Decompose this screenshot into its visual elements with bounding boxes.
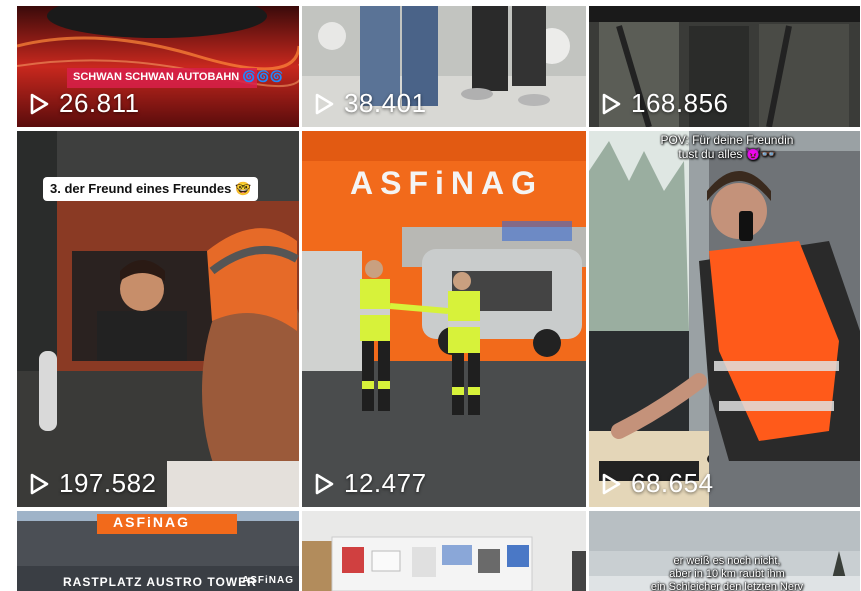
view-count: 197.582 (27, 468, 156, 499)
video-grid: SCHWAN SCHWAN AUTOBAHN 🌀🌀🌀 26.811 38.401… (0, 0, 861, 591)
play-icon (315, 93, 334, 114)
view-count: 68.654 (599, 468, 714, 499)
view-count: 168.856 (599, 88, 728, 119)
thumbnail-office-board (302, 511, 586, 591)
asfinag-sign-small: ASFiNAG (113, 514, 190, 530)
view-count: 26.811 (27, 88, 140, 119)
rastplatz-sign: RASTPLATZ AUSTRO TOWER (63, 575, 257, 589)
thumbnail-vest-phone (589, 131, 860, 507)
play-icon (602, 93, 621, 114)
play-icon (602, 473, 621, 494)
view-count: 38.401 (312, 88, 427, 119)
video-tile-2[interactable]: 38.401 (302, 6, 586, 127)
tile-caption: 3. der Freund eines Freundes 🤓 (43, 177, 259, 201)
video-tile-8[interactable] (302, 511, 586, 591)
tile-caption: POV: Für deine Freundin tust du alles 😈👓 (660, 133, 794, 161)
video-tile-4[interactable]: 3. der Freund eines Freundes 🤓 197.582 (17, 131, 299, 507)
tile-caption: SCHWAN SCHWAN AUTOBAHN 🌀🌀🌀 (73, 71, 284, 83)
video-tile-5[interactable]: ASFiNAG 12.477 (302, 131, 586, 507)
video-tile-6[interactable]: POV: Für deine Freundin tust du alles 😈👓… (589, 131, 860, 507)
tile-caption: er weiß es noch nicht, aber in 10 km rau… (650, 555, 804, 591)
play-icon (30, 473, 49, 494)
video-tile-7[interactable]: ASFiNAG RASTPLATZ AUSTRO TOWER ASFiNAG (17, 511, 299, 591)
play-icon (30, 93, 49, 114)
asfinag-brand: ASFiNAG (242, 575, 294, 586)
video-tile-9[interactable]: er weiß es noch nicht, aber in 10 km rau… (589, 511, 860, 591)
view-count: 12.477 (312, 468, 427, 499)
video-tile-1[interactable]: SCHWAN SCHWAN AUTOBAHN 🌀🌀🌀 26.811 (17, 6, 299, 127)
play-icon (315, 473, 334, 494)
asfinag-sign: ASFiNAG (350, 165, 543, 201)
video-tile-3[interactable]: 168.856 (589, 6, 860, 127)
